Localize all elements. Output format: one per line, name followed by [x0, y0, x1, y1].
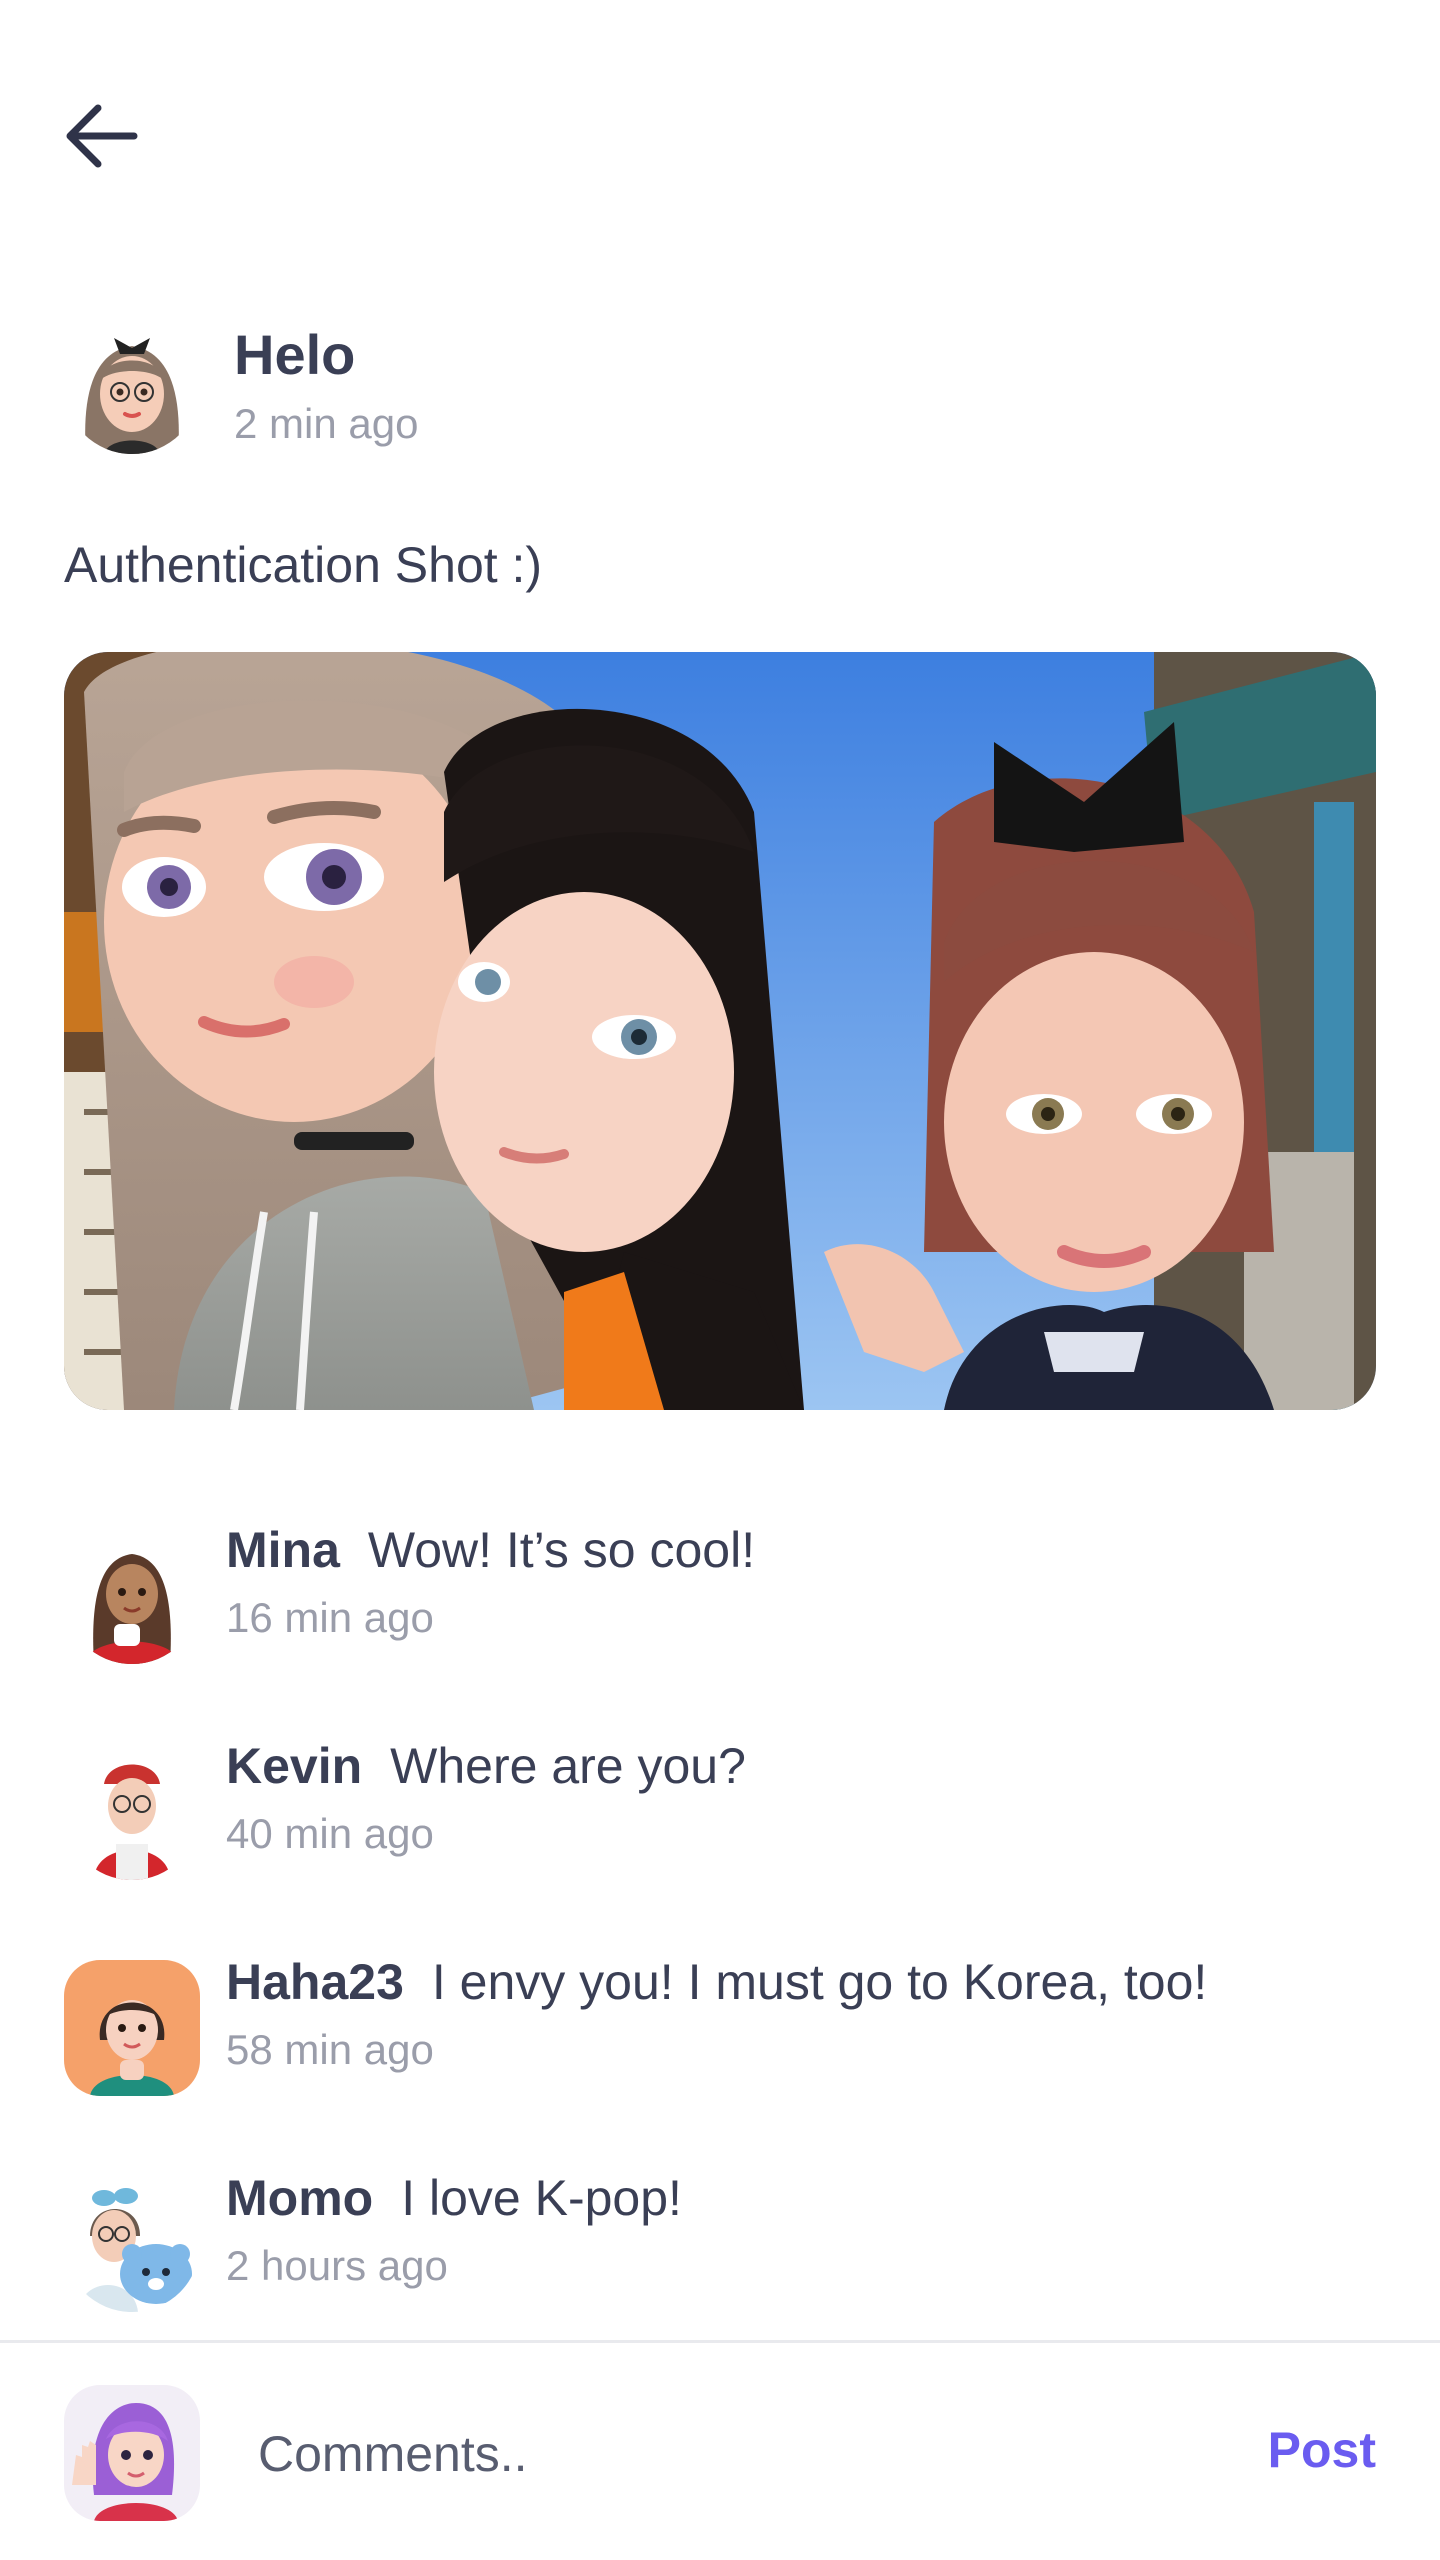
comment-timestamp: 16 min ago [226, 1594, 434, 1641]
comment-text: I love K-pop! [401, 2170, 682, 2226]
commenter-avatar[interactable] [64, 2176, 200, 2312]
comment-item: Mina Wow! It’s so cool! 16 min ago [64, 1520, 1376, 1736]
comment-text: Where are you? [390, 1738, 746, 1794]
commenter-avatar[interactable] [64, 1528, 200, 1664]
comment-timestamp: 58 min ago [226, 2026, 434, 2073]
comment-username[interactable]: Mina [226, 1522, 340, 1578]
commenter-avatar[interactable] [64, 1744, 200, 1880]
commenter-avatar[interactable] [64, 1960, 200, 2096]
post-text: Authentication Shot :) [64, 537, 543, 593]
comment-username[interactable]: Momo [226, 2170, 373, 2226]
comment-username[interactable]: Kevin [226, 1738, 362, 1794]
back-button[interactable] [52, 88, 152, 188]
comment-input[interactable] [256, 2413, 1220, 2495]
post-photo[interactable] [64, 652, 1376, 1410]
comment-timestamp: 40 min ago [226, 1810, 434, 1857]
comment-text: Wow! It’s so cool! [367, 1522, 756, 1578]
comment-composer: Post [0, 2343, 1440, 2560]
current-user-avatar[interactable] [64, 2385, 200, 2521]
comment-list: Mina Wow! It’s so cool! 16 min ago Kevin W… [64, 1520, 1376, 2384]
comment-item: Haha23 I envy you! I must go to Korea, to… [64, 1952, 1376, 2168]
comment-text: I envy you! I must go to Korea, too! [431, 1954, 1208, 2010]
author-name[interactable]: Helo [234, 324, 418, 386]
comment-item: Kevin Where are you? 40 min ago [64, 1736, 1376, 1952]
comment-username[interactable]: Haha23 [226, 1954, 404, 2010]
post-timestamp: 2 min ago [234, 399, 419, 447]
post-header: Helo 2 min ago [64, 318, 418, 454]
post-button[interactable]: Post [1268, 2421, 1376, 2479]
author-avatar[interactable] [64, 318, 200, 454]
arrow-left-icon [62, 96, 142, 181]
comment-timestamp: 2 hours ago [226, 2242, 448, 2289]
